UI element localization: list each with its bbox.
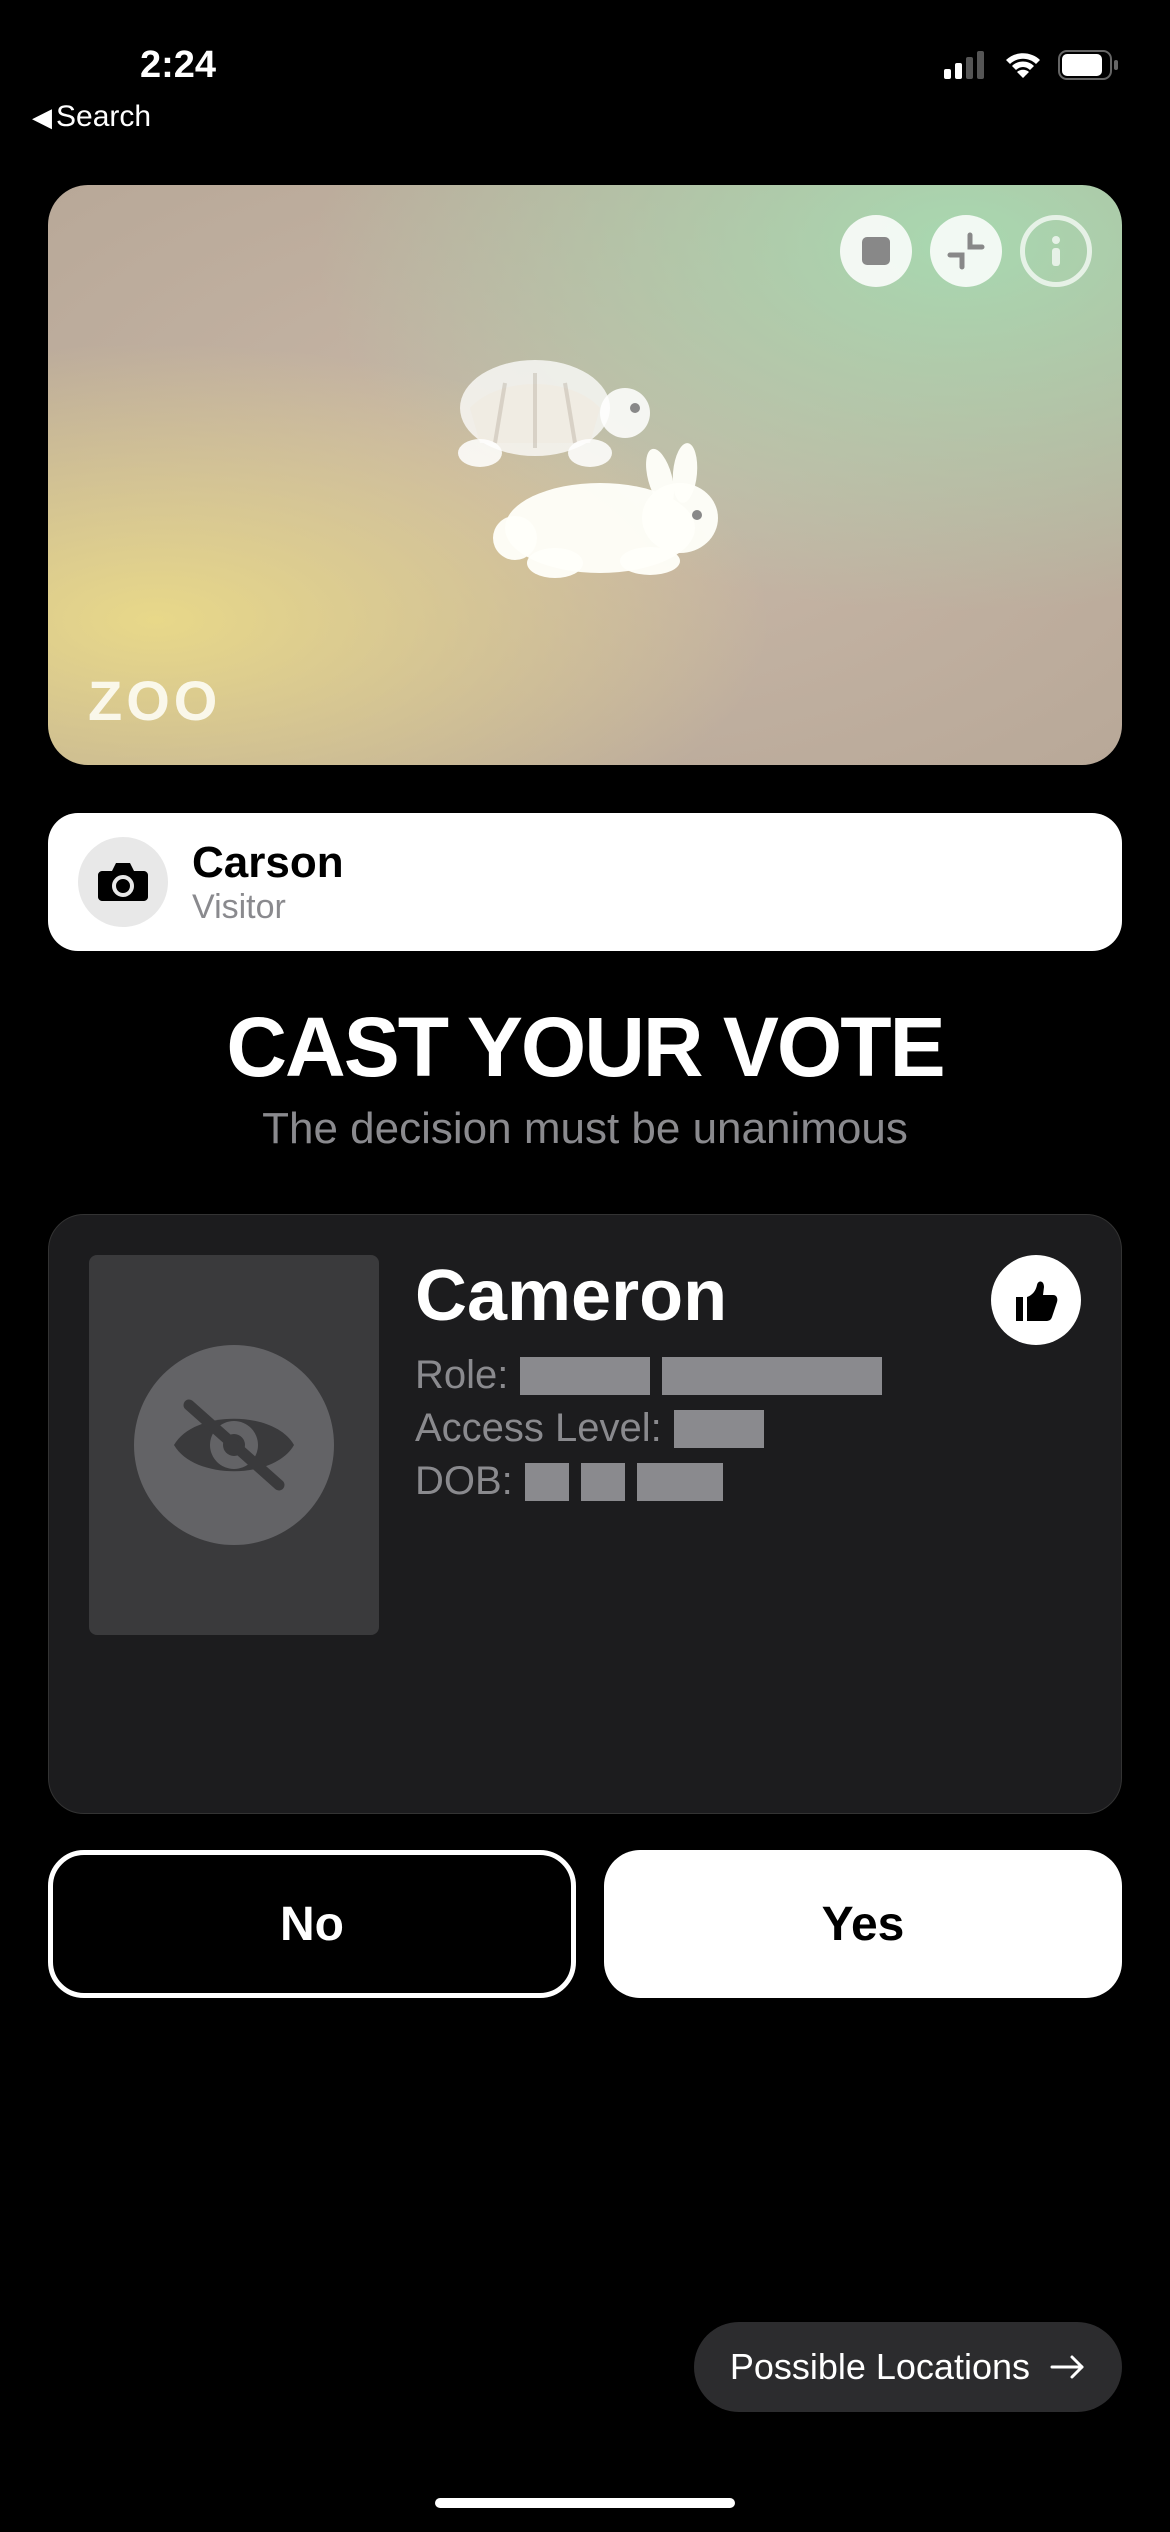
- status-icons: [944, 50, 1120, 80]
- heading-subtitle: The decision must be unanimous: [48, 1104, 1122, 1154]
- zoo-animals-illustration: [425, 343, 745, 583]
- info-button[interactable]: [1020, 215, 1092, 287]
- status-bar: 2:24: [0, 0, 1170, 100]
- vote-target-dob-row: DOB:: [415, 1459, 1081, 1504]
- redacted-block: [525, 1463, 569, 1501]
- vote-heading: CAST YOUR VOTE The decision must be unan…: [48, 999, 1122, 1154]
- stop-icon: [862, 237, 890, 265]
- status-time: 2:24: [140, 44, 216, 87]
- vote-target-avatar: [89, 1255, 379, 1635]
- camera-icon: [98, 861, 148, 903]
- vote-target-access-row: Access Level:: [415, 1406, 1081, 1451]
- redacted-block: [581, 1463, 625, 1501]
- vote-buttons: No Yes: [48, 1850, 1122, 1998]
- cellular-icon: [944, 51, 988, 79]
- location-card: ZOO: [48, 185, 1122, 765]
- home-indicator[interactable]: [435, 2498, 735, 2508]
- thumbs-up-badge: [991, 1255, 1081, 1345]
- thumbs-up-icon: [1011, 1275, 1061, 1325]
- player-name: Carson: [192, 838, 344, 888]
- role-label: Role:: [415, 1353, 508, 1398]
- access-label: Access Level:: [415, 1406, 662, 1451]
- eye-slash-icon: [164, 1390, 304, 1500]
- battery-icon: [1058, 50, 1120, 80]
- yes-button[interactable]: Yes: [604, 1850, 1122, 1998]
- redacted-block: [674, 1410, 764, 1448]
- player-avatar: [78, 837, 168, 927]
- collapse-button[interactable]: [930, 215, 1002, 287]
- vote-target-card: Cameron Role: Access Level: DOB:: [48, 1214, 1122, 1814]
- wifi-icon: [1002, 50, 1044, 80]
- heading-title: CAST YOUR VOTE: [48, 999, 1122, 1096]
- vote-target-role-row: Role:: [415, 1353, 1081, 1398]
- back-arrow-icon: ◀: [32, 102, 52, 133]
- locations-label: Possible Locations: [730, 2346, 1030, 2388]
- info-icon: [1036, 231, 1076, 271]
- possible-locations-button[interactable]: Possible Locations: [694, 2322, 1122, 2412]
- dob-label: DOB:: [415, 1459, 513, 1504]
- no-button[interactable]: No: [48, 1850, 576, 1998]
- redacted-block: [637, 1463, 723, 1501]
- player-card[interactable]: Carson Visitor: [48, 813, 1122, 951]
- player-role: Visitor: [192, 888, 344, 927]
- vote-target-name: Cameron: [415, 1255, 1081, 1337]
- redacted-block: [662, 1357, 882, 1395]
- arrow-right-icon: [1050, 2353, 1086, 2381]
- back-label: Search: [56, 100, 151, 134]
- back-nav[interactable]: ◀ Search: [32, 100, 151, 134]
- collapse-icon: [946, 231, 986, 271]
- location-label: ZOO: [88, 668, 221, 733]
- stop-button[interactable]: [840, 215, 912, 287]
- redacted-block: [520, 1357, 650, 1395]
